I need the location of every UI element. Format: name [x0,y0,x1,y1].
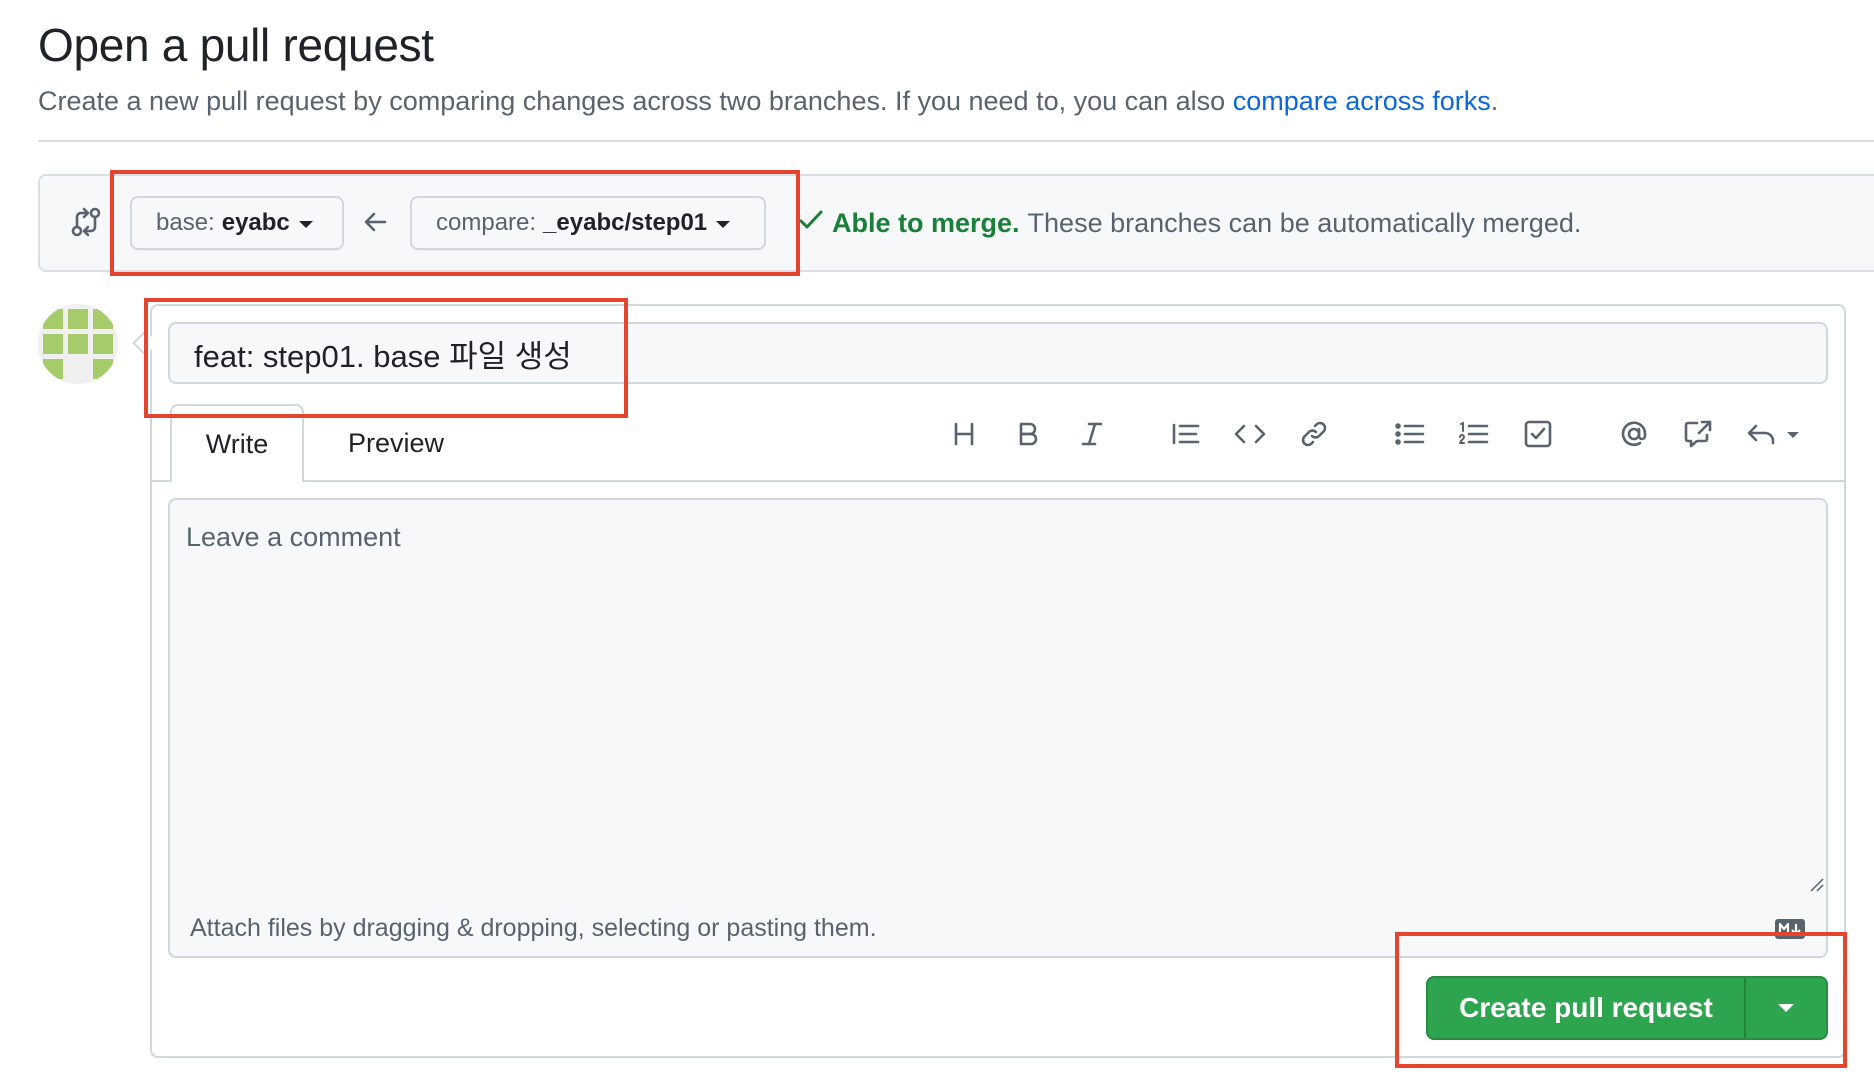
base-branch-name: eyabc [221,209,290,236]
markdown-icon[interactable] [1774,918,1806,940]
compare-across-forks-link[interactable]: compare across forks [1233,86,1491,116]
quote-icon[interactable] [1166,414,1206,454]
cross-reference-icon[interactable] [1678,414,1718,454]
merge-status: Able to merge. These branches can be aut… [798,208,1581,239]
compare-branch-button[interactable]: compare: _eyabc/step01 [410,196,766,250]
base-branch-button[interactable]: base: eyabc [130,196,344,250]
subtitle-end: . [1490,86,1499,116]
ordered-list-icon[interactable] [1454,414,1494,454]
base-label: base: [156,209,215,236]
merge-status-description: These branches can be automatically merg… [1027,208,1582,238]
arrow-left-icon [363,209,389,235]
chevron-down-icon [716,220,731,228]
tab-write[interactable]: Write [170,404,304,482]
check-icon [798,208,824,239]
divider [38,140,1874,142]
compare-label: compare: [436,209,537,236]
git-compare-icon [70,205,102,239]
create-pull-request-button[interactable]: Create pull request [1428,978,1746,1038]
italic-icon[interactable] [1072,414,1112,454]
compare-branch-name: _eyabc/step01 [543,209,708,236]
merge-status-label: Able to merge. [832,208,1020,238]
attach-files-hint[interactable]: Attach files by dragging & dropping, sel… [190,914,877,943]
task-list-icon[interactable] [1518,414,1558,454]
create-pull-request-button-group: Create pull request [1426,976,1828,1040]
page-subtitle: Create a new pull request by comparing c… [38,86,1498,117]
chevron-down-icon [298,220,313,228]
chevron-down-icon [1778,1004,1794,1012]
comment-textarea[interactable] [168,498,1828,898]
page-title: Open a pull request [38,19,434,71]
create-options-dropdown[interactable] [1746,978,1826,1038]
mention-icon[interactable] [1614,414,1654,454]
pr-title-input[interactable] [168,322,1828,384]
tab-preview[interactable]: Preview [318,404,474,482]
link-icon[interactable] [1294,414,1334,454]
reply-icon[interactable] [1742,414,1808,454]
subtitle-text: Create a new pull request by comparing c… [38,86,1226,116]
code-icon[interactable] [1230,414,1270,454]
bold-icon[interactable] [1008,414,1048,454]
resize-grip-icon[interactable] [1808,876,1824,892]
avatar[interactable] [38,304,118,384]
heading-icon[interactable] [944,414,984,454]
unordered-list-icon[interactable] [1390,414,1430,454]
